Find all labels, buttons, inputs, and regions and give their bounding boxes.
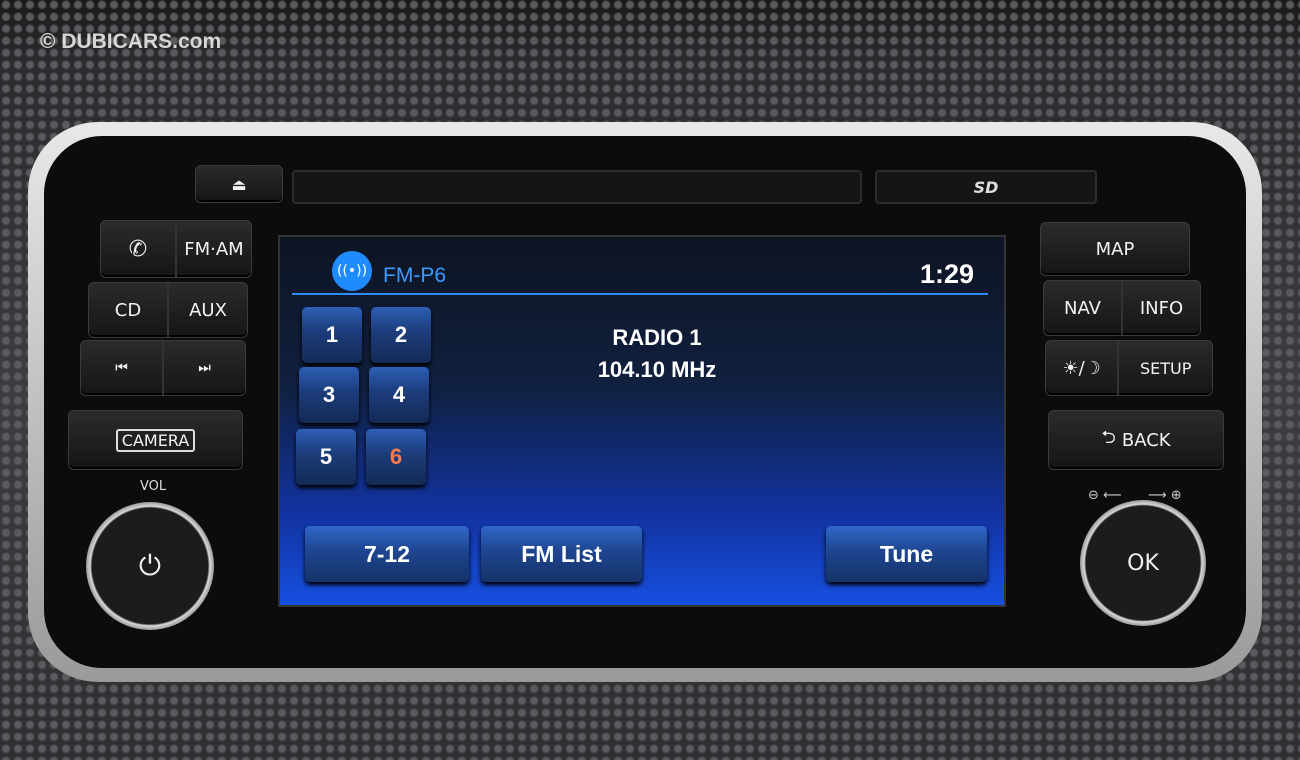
preset-3[interactable]: 3 xyxy=(299,367,359,423)
eject-icon: ⏏ xyxy=(231,174,247,194)
back-button[interactable]: ⮌ BACK xyxy=(1048,410,1224,470)
fm-am-button[interactable]: FM·AM xyxy=(175,221,251,277)
back-arrow-icon: ⮌ xyxy=(1101,427,1116,448)
phone-fmam-row: ✆ FM·AM xyxy=(100,220,252,278)
preset-5[interactable]: 5 xyxy=(296,429,356,485)
track-row: ⏮ ⏭ xyxy=(80,340,246,396)
nav-info-row: NAV INFO xyxy=(1043,280,1201,336)
preset-4[interactable]: 4 xyxy=(369,367,429,423)
zoom-out-icon: ⊖ ⟵ xyxy=(1088,488,1122,503)
sd-logo: SD xyxy=(973,177,999,197)
station-name: RADIO 1 xyxy=(612,325,702,350)
info-button[interactable]: INFO xyxy=(1121,281,1200,335)
map-button[interactable]: MAP xyxy=(1040,222,1190,276)
skip-back-icon: ⏮ xyxy=(115,360,128,376)
fm-list-button[interactable]: FM List xyxy=(481,526,642,582)
preset-2[interactable]: 2 xyxy=(371,307,431,363)
cd-aux-row: CD AUX xyxy=(88,282,248,338)
eject-button[interactable]: ⏏ xyxy=(195,165,283,203)
clock: 1:29 xyxy=(919,259,974,289)
radio-broadcast-icon: ((•)) xyxy=(332,251,372,291)
sd-slot[interactable]: SD xyxy=(875,170,1097,204)
frequency: 104.10 MHz xyxy=(597,357,717,382)
prev-button[interactable]: ⏮ xyxy=(81,341,162,395)
day-night-button[interactable]: ☀/☽ xyxy=(1046,341,1117,395)
tune-button[interactable]: Tune xyxy=(826,526,987,582)
cd-button[interactable]: CD xyxy=(89,283,167,337)
source-label: FM-P6 xyxy=(383,264,446,287)
phone-icon: ✆ xyxy=(128,236,148,262)
cd-slot xyxy=(292,170,862,204)
volume-knob[interactable]: ⏻ xyxy=(86,502,214,630)
daynight-setup-row: ☀/☽ SETUP xyxy=(1045,340,1213,396)
preset-6-active[interactable]: 6 xyxy=(366,429,426,485)
power-icon: ⏻ xyxy=(138,549,162,582)
watermark: © DUBICARS.com xyxy=(40,30,222,53)
skip-forward-icon: ⏭ xyxy=(198,360,211,376)
nav-button[interactable]: NAV xyxy=(1044,281,1121,335)
presets-7-12-button[interactable]: 7-12 xyxy=(305,526,469,582)
preset-1[interactable]: 1 xyxy=(302,307,362,363)
vol-label: VOL xyxy=(140,479,167,494)
next-button[interactable]: ⏭ xyxy=(162,341,245,395)
aux-button[interactable]: AUX xyxy=(167,283,247,337)
display-screen: ((•)) FM-P6 1:29 1 2 3 4 5 6 RADIO 1 104… xyxy=(278,235,1006,607)
ok-knob[interactable]: OK xyxy=(1080,500,1206,626)
camera-button[interactable]: CAMERA xyxy=(68,410,243,470)
setup-button[interactable]: SETUP xyxy=(1117,341,1212,395)
header-divider xyxy=(292,293,988,295)
sun-moon-icon: ☀/☽ xyxy=(1062,357,1101,379)
phone-button[interactable]: ✆ xyxy=(101,221,175,277)
